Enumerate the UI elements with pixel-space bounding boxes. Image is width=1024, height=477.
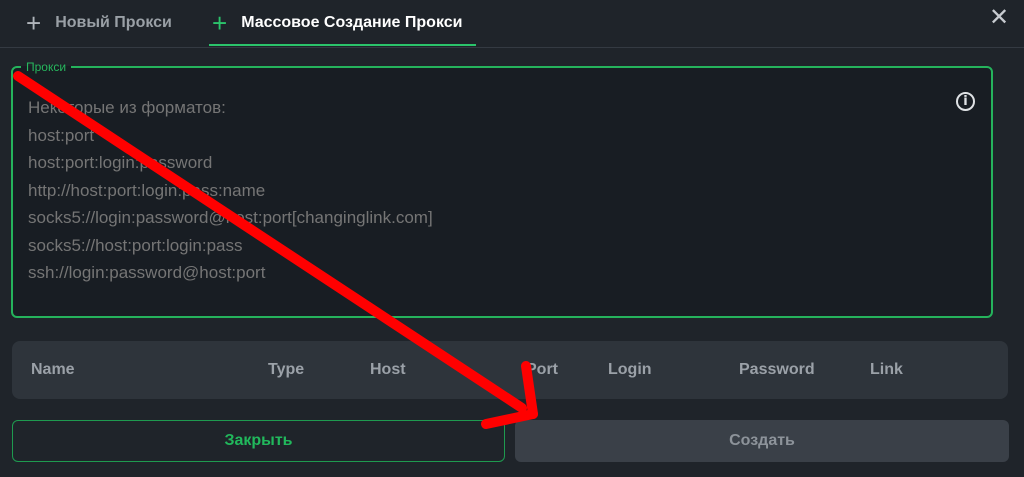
column-header-type: Type — [268, 361, 305, 378]
proxy-field-legend: Прокси — [26, 60, 67, 74]
proxy-input-group: Прокси i — [11, 60, 993, 318]
active-tab-indicator — [209, 44, 476, 46]
plus-icon: + — [26, 8, 42, 38]
plus-icon: + — [212, 8, 228, 38]
close-icon[interactable]: ✕ — [988, 6, 1010, 30]
tab-new-proxy[interactable]: + Новый Прокси — [26, 0, 172, 46]
column-header-login: Login — [608, 361, 652, 378]
info-icon[interactable]: i — [956, 92, 975, 111]
tab-bulk-create-proxy-label: Массовое Создание Прокси — [241, 14, 463, 31]
proxy-table-header: Name Type Host Port Login Password Link — [12, 341, 1008, 399]
create-button[interactable]: Создать — [515, 420, 1009, 462]
column-header-name: Name — [31, 361, 75, 378]
proxy-textarea[interactable] — [28, 94, 928, 314]
column-header-host: Host — [370, 361, 406, 378]
tab-bar: + Новый Прокси + Массовое Создание Прокс… — [0, 0, 1024, 48]
column-header-password: Password — [739, 361, 815, 378]
tab-new-proxy-label: Новый Прокси — [55, 14, 172, 31]
close-button[interactable]: Закрыть — [12, 420, 505, 462]
column-header-link: Link — [870, 361, 903, 378]
column-header-port: Port — [526, 361, 558, 378]
tab-bulk-create-proxy[interactable]: + Массовое Создание Прокси — [212, 0, 462, 46]
